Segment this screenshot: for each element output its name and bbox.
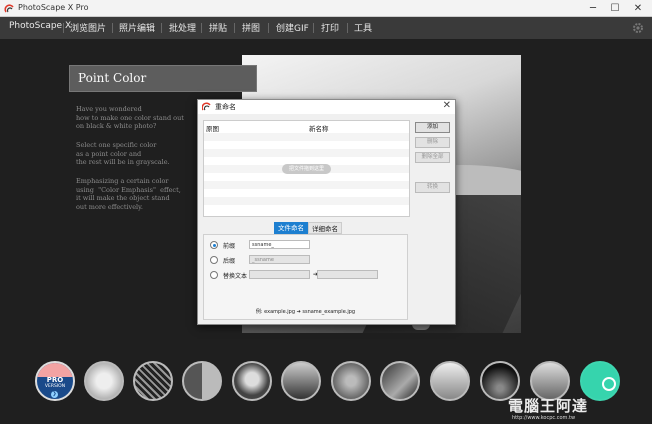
list-row: [204, 149, 409, 157]
app-logo-icon: [4, 4, 14, 13]
menu-item-viewer[interactable]: 浏览图片: [70, 21, 106, 34]
thumbnail-vintage[interactable]: [84, 361, 124, 401]
menu-separator: [112, 23, 113, 33]
window-titlebar: PhotoScape X Pro ─ ☐ ✕: [0, 0, 652, 17]
maximize-button[interactable]: ☐: [604, 1, 626, 16]
feature-description-2: Select one specific color as a point col…: [76, 141, 170, 166]
prefix-input[interactable]: ssname_: [249, 240, 310, 249]
delete-all-button[interactable]: 删除全部: [415, 152, 450, 163]
thumbnail-split[interactable]: [182, 361, 222, 401]
prefix-label: 前缀: [223, 243, 236, 250]
watermark-brand: 電腦王阿達: [508, 397, 589, 415]
list-row: [204, 181, 409, 189]
menu-item-print[interactable]: 打印: [321, 21, 339, 34]
menu-separator: [234, 23, 235, 33]
dialog-title: 重命名: [215, 103, 236, 111]
pro-arrow-icon: ❯: [51, 391, 58, 398]
suffix-radio[interactable]: [210, 256, 218, 264]
delete-button[interactable]: 删除: [415, 137, 450, 148]
menu-item-gif[interactable]: 创建GIF: [276, 21, 309, 34]
thumbnail-texture[interactable]: [331, 361, 371, 401]
replace-label: 替换文本: [223, 273, 248, 280]
thumbnail-bright[interactable]: [430, 361, 470, 401]
minimize-button[interactable]: ─: [582, 1, 604, 16]
app-logo-icon: [202, 102, 211, 111]
feature-title: Point Color: [78, 71, 147, 85]
menu-item-batch[interactable]: 批处理: [169, 21, 196, 34]
thumbnail-road[interactable]: [281, 361, 321, 401]
thumbnail-dark[interactable]: [380, 361, 420, 401]
pro-version-thumbnail[interactable]: PRO VERSION ❯: [35, 361, 75, 401]
tab-detail[interactable]: 详细命名: [308, 222, 342, 234]
drop-hint: 把文件拖到这里: [282, 164, 331, 174]
close-button[interactable]: ✕: [627, 1, 649, 16]
column-header-new-name: 新名称: [309, 125, 329, 133]
rename-options-panel: 前缀 ssname_ 后缀 _ssname 替换文本 ➔ 例: example.…: [203, 234, 408, 320]
suffix-label: 后缀: [223, 258, 236, 265]
menu-item-photoscape[interactable]: PhotoScape X: [9, 21, 71, 31]
feature-title-panel: Point Color: [69, 65, 257, 92]
menu-item-tools[interactable]: 工具: [354, 21, 372, 34]
watermark-url: http://www.kocpc.com.tw: [512, 415, 576, 421]
tab-filename[interactable]: 文件命名: [274, 222, 308, 234]
file-list[interactable]: 原图 新名称 把文件拖到这里: [203, 120, 410, 217]
column-header-original: 原图: [206, 125, 219, 133]
menu-separator: [161, 23, 162, 33]
pro-label: PRO: [46, 376, 64, 384]
list-row: [204, 197, 409, 205]
pro-banner: [37, 363, 73, 377]
convert-button[interactable]: 转换: [415, 182, 450, 193]
pro-version-label: VERSION: [44, 384, 66, 389]
menu-separator: [201, 23, 202, 33]
feature-description-1: Have you wondered how to make one color …: [76, 105, 184, 130]
feature-description-3: Emphasizing a certain color using "Color…: [76, 177, 181, 211]
list-row: [204, 133, 409, 141]
thumbnail-pattern[interactable]: [133, 361, 173, 401]
active-indicator-icon: [602, 377, 616, 391]
thumbnail-face[interactable]: [232, 361, 272, 401]
suffix-input[interactable]: _ssname: [249, 255, 310, 264]
menu-separator: [313, 23, 314, 33]
main-menu: PhotoScape X 浏览图片 照片编辑 批处理 拼贴 拼图 创建GIF 打…: [0, 17, 652, 39]
menu-item-editor[interactable]: 照片编辑: [119, 21, 155, 34]
dialog-titlebar: 重命名 ✕: [198, 100, 455, 114]
replace-from-input[interactable]: [249, 270, 310, 279]
add-button[interactable]: 添加: [415, 122, 450, 133]
rename-example: 例: example.jpg ➔ ssname_example.jpg: [255, 309, 356, 315]
menu-separator: [268, 23, 269, 33]
prefix-radio[interactable]: [210, 241, 218, 249]
menu-separator: [63, 23, 64, 33]
menu-item-combine[interactable]: 拼图: [242, 21, 260, 34]
menu-separator: [347, 23, 348, 33]
replace-radio[interactable]: [210, 271, 218, 279]
dialog-close-icon[interactable]: ✕: [443, 100, 451, 111]
rename-dialog: 重命名 ✕ 原图 新名称 把文件拖到这里 添加 删除 删除全部 转换 文件命名 …: [197, 99, 456, 325]
window-title: PhotoScape X Pro: [18, 3, 89, 12]
gear-icon[interactable]: [632, 22, 644, 34]
replace-to-input[interactable]: [317, 270, 378, 279]
menu-item-collage[interactable]: 拼贴: [209, 21, 227, 34]
